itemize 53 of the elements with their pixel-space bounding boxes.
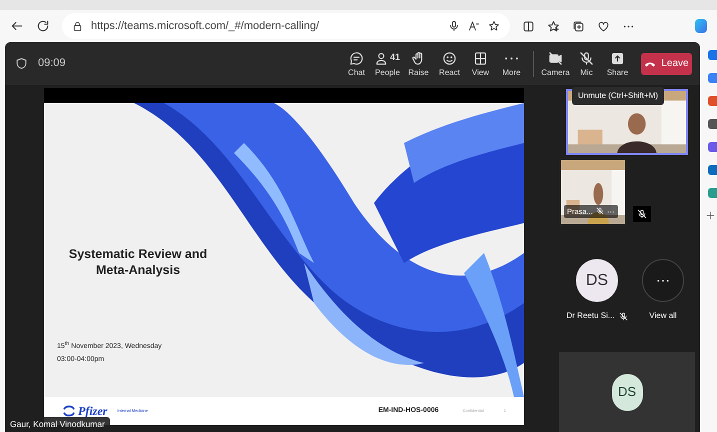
mic-off-icon — [579, 50, 594, 66]
smiley-icon — [442, 50, 457, 66]
more-icon — [505, 56, 518, 60]
mic-off-icon — [637, 209, 647, 219]
call-timer: 09:09 — [38, 56, 66, 72]
camera-off-icon — [548, 50, 563, 66]
reload-icon[interactable] — [36, 19, 50, 33]
heart-icon[interactable] — [597, 20, 610, 32]
swirl-icon — [62, 404, 76, 418]
url-text: https://teams.microsoft.com/_#/modern-calling/ — [91, 18, 320, 34]
sidebar-app-icon[interactable] — [708, 119, 717, 129]
react-button[interactable]: React — [434, 50, 465, 76]
more-button[interactable]: More — [496, 50, 527, 76]
mic-off-icon — [618, 312, 628, 320]
sidebar-app-icon[interactable] — [708, 50, 717, 60]
company-logo: Pfizer — [62, 402, 108, 420]
leave-button[interactable]: Leave — [641, 52, 692, 74]
sidebar-app-icon[interactable] — [708, 96, 717, 106]
chat-button[interactable]: Chat — [341, 50, 372, 76]
back-icon[interactable] — [10, 19, 24, 33]
favorites-icon[interactable] — [547, 20, 560, 32]
sidebar-app-icon[interactable] — [708, 188, 717, 198]
star-icon[interactable] — [488, 20, 500, 32]
share-icon — [610, 50, 625, 66]
tooltip: Unmute (Ctrl+Shift+M) — [572, 87, 664, 105]
add-icon[interactable] — [706, 211, 715, 220]
split-screen-icon[interactable] — [522, 20, 535, 32]
view-button[interactable]: View — [465, 50, 496, 76]
address-bar[interactable]: https://teams.microsoft.com/_#/modern-calling/ — [62, 13, 510, 39]
chat-icon — [349, 50, 364, 66]
sidebar-app-icon[interactable] — [708, 165, 717, 175]
mic-button[interactable]: Mic — [571, 50, 602, 76]
raise-button[interactable]: Raise — [403, 50, 434, 76]
view-all-button[interactable]: ⋯ — [642, 259, 684, 302]
shield-icon — [15, 57, 28, 70]
camera-button[interactable]: Camera — [540, 50, 571, 76]
microphone-icon[interactable] — [448, 20, 460, 32]
mic-off-icon — [596, 207, 604, 216]
people-button[interactable]: 41 People — [372, 50, 403, 76]
share-button[interactable]: Share — [602, 50, 633, 76]
participant-count: 41 — [390, 51, 400, 64]
collections-icon[interactable] — [572, 20, 585, 32]
copilot-icon[interactable] — [695, 19, 707, 33]
avatar: DS — [576, 259, 618, 302]
grid-icon — [473, 50, 488, 66]
slide-title: Systematic Review and Meta-Analysis — [68, 246, 208, 278]
view-all-label[interactable]: View all — [649, 310, 677, 322]
sidebar-app-icon[interactable] — [708, 142, 717, 152]
read-aloud-icon[interactable] — [468, 20, 480, 32]
lock-icon — [72, 20, 83, 32]
participant-name: Dr Reetu Si... — [566, 310, 615, 322]
avatar: DS — [612, 374, 642, 410]
sidebar-app-icon[interactable] — [708, 73, 717, 83]
